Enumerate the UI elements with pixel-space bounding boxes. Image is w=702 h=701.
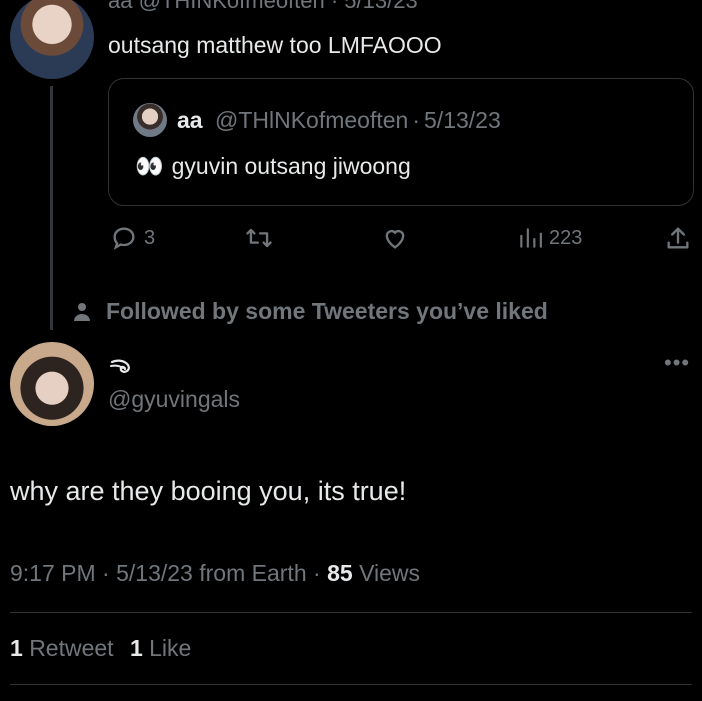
reply-button[interactable]: 3 bbox=[110, 224, 155, 252]
quoted-text: gyuvin outsang jiwoong bbox=[171, 153, 411, 179]
views-label: Views bbox=[359, 560, 420, 586]
quoted-text-row: 👀 gyuvin outsang jiwoong bbox=[135, 153, 411, 180]
share-button[interactable] bbox=[664, 224, 692, 252]
likes-link[interactable]: 1 Like bbox=[130, 635, 191, 661]
quoted-display-name: aa bbox=[177, 107, 203, 133]
engagement-row: 1 Retweet 1 Like bbox=[10, 635, 191, 662]
main-tweet-text: why are they booing you, its true! bbox=[10, 476, 407, 506]
avatar-main-tweet[interactable] bbox=[10, 342, 94, 426]
social-context: Followed by some Tweeters you’ve liked bbox=[70, 298, 548, 325]
divider-top bbox=[10, 612, 692, 613]
avatar-top-tweet[interactable] bbox=[10, 0, 94, 79]
heart-icon bbox=[385, 230, 405, 249]
display-name-swirl-icon bbox=[110, 359, 130, 373]
top-tweet-header-cut: aa @THINKofmeoften · 5/13/23 bbox=[108, 0, 418, 13]
like-button[interactable] bbox=[381, 224, 409, 252]
views-bar-chart-icon bbox=[520, 228, 542, 248]
divider-bottom bbox=[10, 684, 692, 685]
views-count: 223 bbox=[549, 226, 583, 249]
eyes-emoji-icon: 👀 bbox=[135, 153, 164, 179]
reply-count: 3 bbox=[144, 226, 156, 249]
social-context-text: Followed by some Tweeters you’ve liked bbox=[106, 298, 548, 324]
retweet-button[interactable] bbox=[244, 224, 274, 252]
reply-icon bbox=[113, 227, 135, 250]
tweet-source: from Earth bbox=[199, 560, 307, 586]
likes-label: Like bbox=[149, 635, 192, 661]
likes-number: 1 bbox=[129, 635, 143, 661]
quoted-tweet-card[interactable]: aa @THlNKofmeoften · 5/13/23 👀 gyuvin outsa… bbox=[108, 78, 694, 206]
thread-line bbox=[50, 86, 53, 330]
quoted-handle: @THlNKofmeoften bbox=[214, 107, 409, 133]
avatar-quoted bbox=[133, 103, 167, 137]
views-button[interactable]: 223 bbox=[517, 224, 582, 252]
quoted-date: 5/13/23 bbox=[424, 107, 501, 133]
retweets-number: 1 bbox=[10, 635, 23, 661]
retweets-link[interactable]: 1 Retweet bbox=[10, 635, 120, 661]
top-tweet-text: outsang matthew too LMFAOOO bbox=[108, 32, 442, 58]
tweet-date[interactable]: 5/13/23 bbox=[116, 560, 193, 586]
quoted-header: aa @THlNKofmeoften · 5/13/23 bbox=[177, 107, 501, 134]
person-icon bbox=[74, 302, 90, 321]
share-icon bbox=[667, 227, 689, 249]
main-tweet-handle[interactable]: @gyuvingals bbox=[108, 386, 240, 413]
quoted-sep: · bbox=[412, 107, 421, 133]
more-options-icon[interactable]: ••• bbox=[664, 350, 690, 376]
tweet-time[interactable]: 9:17 PM bbox=[10, 560, 96, 586]
retweets-label: Retweet bbox=[29, 635, 114, 661]
views-number: 85 bbox=[327, 560, 353, 586]
retweet-icon bbox=[246, 228, 272, 248]
tweet-meta: 9:17 PM · 5/13/23 from Earth · 85 Views bbox=[10, 560, 420, 586]
